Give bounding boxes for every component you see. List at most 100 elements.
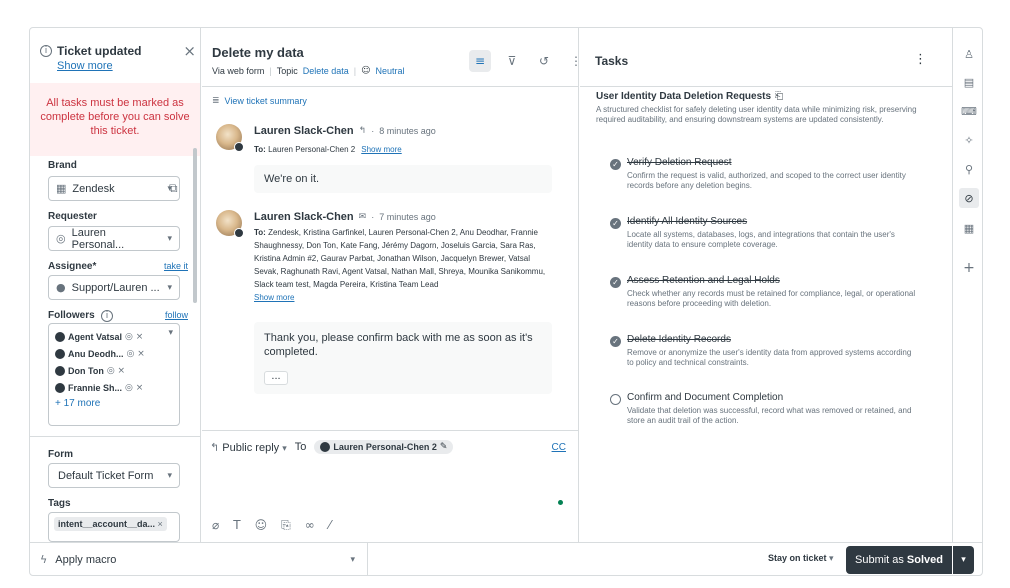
user-icon: ◎ [56,232,66,245]
task-item[interactable]: Confirm and Document Completion Validate… [610,392,930,426]
agent-badge-icon [234,228,244,238]
copy-icon[interactable]: ⧉ [169,181,178,196]
requester-value: Lauren Personal... [71,226,125,251]
check-circle-icon[interactable]: ✓ [610,159,621,170]
remove-icon[interactable]: ◎ × [107,366,125,376]
ai-enhance-icon[interactable]: ⌀ [212,518,219,533]
remove-icon[interactable]: × [158,519,163,529]
public-reply-dropdown[interactable]: ↰ Public reply ▾ [210,441,287,454]
emoji-icon[interactable]: ☺ [255,518,268,533]
text-format-icon[interactable]: T [233,518,240,533]
stay-on-ticket-dropdown[interactable]: Stay on ticket ▾ [768,553,834,564]
tags-label: Tags [48,498,71,509]
check-circle-icon[interactable]: ✓ [610,218,621,229]
message-body: Thank you, please confirm back with me a… [254,322,552,394]
filter-icon[interactable]: ⊽ [501,50,523,72]
message-recipients: To: Zendesk, Kristina Garfinkel, Lauren … [254,228,546,302]
attachment-icon[interactable]: ⎘ [281,518,291,533]
stamp-icon[interactable]: ⚲ [959,159,979,179]
brand-select[interactable]: ▦ Zendesk ▾ [48,176,180,201]
message-author[interactable]: Lauren Slack-Chen [254,125,354,137]
remove-icon[interactable]: ◎ × [127,349,145,359]
summary-icon[interactable]: ≡ [469,50,491,72]
check-circle-icon[interactable]: ✓ [610,336,621,347]
show-more-link[interactable]: Show more [361,145,401,154]
cc-link[interactable]: CC [552,442,566,453]
avatar [216,124,244,152]
to-label: To [294,441,307,453]
tasks-alert: All tasks must be marked as complete bef… [30,83,200,156]
tasks-panel: Tasks ⋮ User Identity Data Deletion Requ… [580,28,953,542]
divider [580,86,953,87]
view-summary-link[interactable]: ≣ View ticket summary [212,96,307,106]
context-rail: ♙ ▤ ⌨ ✧ ⚲ ⊘ ▦ + [954,28,982,575]
ticket-meta: Via web form | Topic Delete data | ☺ Neu… [212,66,405,76]
status-dot [558,500,563,505]
chat-icon[interactable]: ⌨ [959,101,979,121]
task-title: Verify Deletion Request [627,157,732,168]
followers-field[interactable]: Agent Vatsal ◎ × Anu Deodh... ◎ × Don Ton ◎… [48,323,180,426]
tag-chip: intent__account__da... × [54,517,167,531]
chevron-down-icon: ▾ [282,443,287,454]
show-more-link[interactable]: Show more [57,60,196,72]
chevron-down-icon[interactable]: ▾ [168,328,173,338]
submit-options-button[interactable]: ▾ [953,546,974,574]
take-it-link[interactable]: take it [164,261,188,271]
message-time: 7 minutes ago [379,212,436,222]
task-item[interactable]: ✓ Delete Identity Records Remove or anon… [610,334,930,368]
recipient-chip[interactable]: Lauren Personal-Chen 2 ✎ [314,440,454,454]
user-icon[interactable]: ♙ [959,44,979,64]
check-circle-icon[interactable]: ✓ [610,277,621,288]
avatar [55,365,65,376]
via-channel: Via web form [212,66,265,76]
divider [202,430,578,431]
apply-macro-select[interactable]: ϟ Apply macro ▾ [30,543,368,575]
history-icon[interactable]: ↺ [533,50,555,72]
message-header: Lauren Slack-Chen ↰ · 8 minutes ago [254,125,436,137]
task-item[interactable]: ✓ Verify Deletion Request Confirm the re… [610,157,930,191]
magic-wand-icon[interactable]: ⁄ [329,518,331,533]
task-description: Check whether any records must be retain… [627,289,916,308]
message-header: Lauren Slack-Chen ✉ · 7 minutes ago [254,211,436,223]
avatar [55,382,65,393]
remove-icon[interactable]: ◎ × [125,332,143,342]
follow-link[interactable]: follow [165,310,188,320]
requester-select[interactable]: ◎ Lauren Personal... ▾ [48,226,180,251]
task-item[interactable]: ✓ Assess Retention and Legal Holds Check… [610,275,930,309]
avatar [216,210,244,238]
tasks-check-icon[interactable]: ⊘ [959,188,979,208]
submit-button[interactable]: Submit as Solved [846,546,952,574]
topic-value[interactable]: Delete data [303,66,349,76]
neutral-sentiment-icon: ☺ [361,66,371,76]
topic-label: Topic [276,66,298,76]
plus-icon[interactable]: + [959,258,979,278]
more-followers-link[interactable]: + 17 more [55,398,173,409]
knowledge-icon[interactable]: ▤ [959,72,979,92]
empty-circle-icon[interactable] [610,394,621,405]
ticket-updated-notice: i Ticket updated × Show more [40,42,196,72]
assignee-select[interactable]: ● Support/Lauren ... ▾ [48,275,180,300]
edit-icon[interactable]: ✎ [440,442,448,452]
follower-chip: Frannie Sh... ◎ × [55,379,173,396]
apps-grid-icon[interactable]: ▦ [959,218,979,238]
form-select[interactable]: Default Ticket Form ▾ [48,463,180,488]
scrollbar[interactable] [193,148,197,303]
brand-value: Zendesk [72,182,115,195]
message-author[interactable]: Lauren Slack-Chen [254,211,354,223]
ticket-subject[interactable]: Delete my data [212,45,304,60]
show-more-link[interactable]: Show more [254,293,294,302]
link-icon[interactable]: ∞ [305,518,315,533]
ticket-workspace: i Ticket updated × Show more All tasks m… [29,27,983,576]
tags-field[interactable]: intent__account__da... × [48,512,180,542]
sparkle-icon[interactable]: ✧ [959,130,979,150]
close-icon[interactable]: × [183,42,196,60]
remove-icon[interactable]: ◎ × [125,383,143,393]
more-vertical-icon[interactable]: ⋮ [914,52,927,67]
avatar-icon: ● [56,281,66,294]
expand-quoted-button[interactable]: ... [264,371,288,385]
task-title: Identify All Identity Sources [627,216,748,227]
task-item[interactable]: ✓ Identify All Identity Sources Locate a… [610,216,930,250]
reply-header: ↰ Public reply ▾ To Lauren Personal-Chen… [210,440,454,454]
form-label: Form [48,449,73,460]
chevron-down-icon: ▾ [829,554,834,564]
